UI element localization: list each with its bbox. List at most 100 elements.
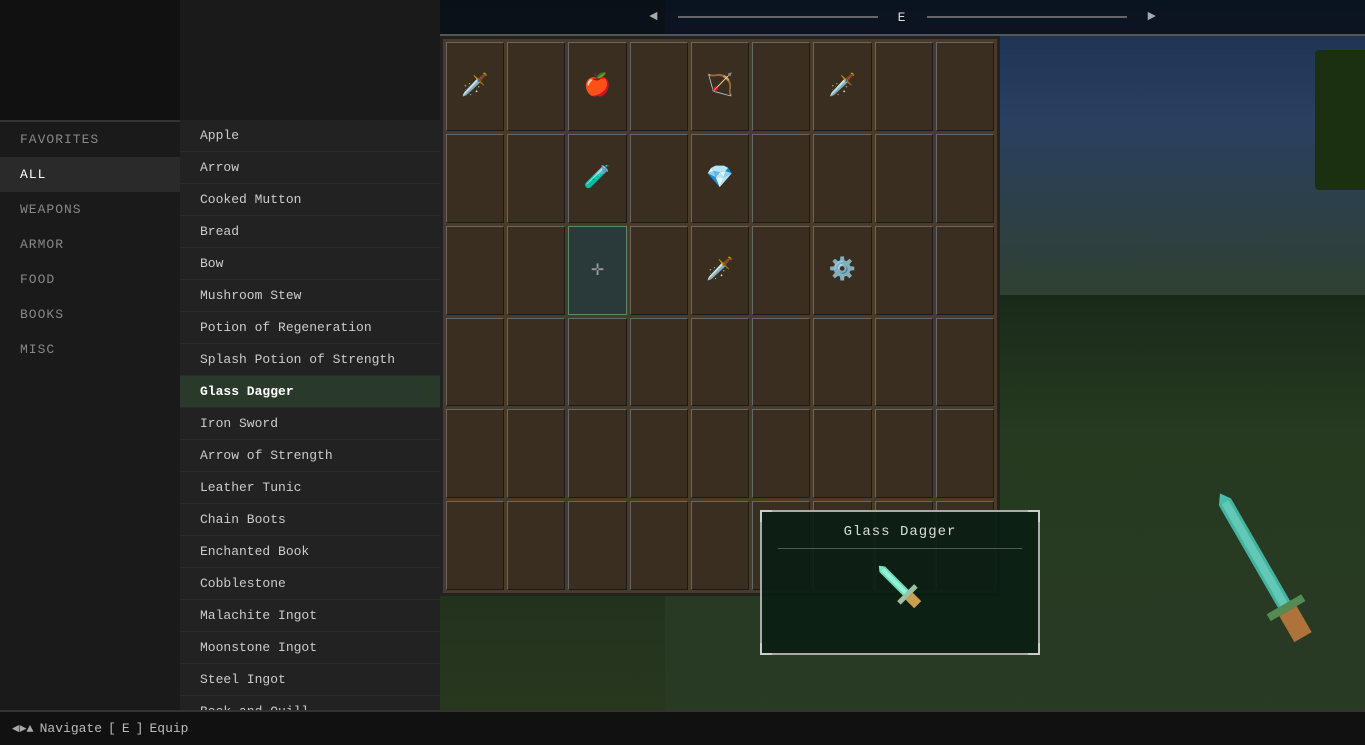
inventory-slot-31[interactable] bbox=[630, 318, 688, 407]
inventory-slot-12[interactable]: 🧪 bbox=[568, 134, 626, 223]
item-list-entry-malachite-ingot[interactable]: Malachite Ingot bbox=[180, 600, 440, 632]
item-list-entry-moonstone-ingot[interactable]: Moonstone Ingot bbox=[180, 632, 440, 664]
item-list-entry-cooked-mutton[interactable]: Cooked Mutton bbox=[180, 184, 440, 216]
bottom-bracket2: ] bbox=[136, 721, 144, 736]
inventory-slot-18[interactable] bbox=[936, 134, 994, 223]
inventory-slot-20[interactable] bbox=[507, 226, 565, 315]
top-bar-left-arrow[interactable]: ◄ bbox=[649, 9, 657, 25]
item-list-entry-book-and-quill[interactable]: Book and Quill bbox=[180, 696, 440, 710]
inventory-slot-49[interactable] bbox=[630, 501, 688, 590]
item-list-entry-leather-tunic[interactable]: Leather Tunic bbox=[180, 472, 440, 504]
inventory-slot-1[interactable]: 🗡️ bbox=[446, 42, 504, 131]
slot-icon-16 bbox=[814, 135, 870, 222]
slot-icon-13 bbox=[631, 135, 687, 222]
slot-icon-47 bbox=[508, 502, 564, 589]
inventory-slot-17[interactable] bbox=[875, 134, 933, 223]
inventory-slot-43[interactable] bbox=[813, 409, 871, 498]
inventory-slot-16[interactable] bbox=[813, 134, 871, 223]
item-list-entry-enchanted-book[interactable]: Enchanted Book bbox=[180, 536, 440, 568]
inventory-slot-15[interactable] bbox=[752, 134, 810, 223]
nav-panel: FAVORITES ALL WEAPONS ARMOR FOOD BOOKS M… bbox=[0, 0, 180, 710]
item-list-entry-potion-regen[interactable]: Potion of Regeneration bbox=[180, 312, 440, 344]
inventory-slot-7[interactable]: 🗡️ bbox=[813, 42, 871, 131]
inventory-slot-25[interactable]: ⚙️ bbox=[813, 226, 871, 315]
item-list-entry-glass-dagger[interactable]: Glass Dagger bbox=[180, 376, 440, 408]
inventory-slot-42[interactable] bbox=[752, 409, 810, 498]
inventory-slot-6[interactable] bbox=[752, 42, 810, 131]
inventory-slot-29[interactable] bbox=[507, 318, 565, 407]
inventory-slot-32[interactable] bbox=[691, 318, 749, 407]
inventory-slot-2[interactable] bbox=[507, 42, 565, 131]
slot-icon-8 bbox=[876, 43, 932, 130]
nav-item-food[interactable]: FOOD bbox=[0, 262, 180, 297]
nav-item-all[interactable]: ALL bbox=[0, 157, 180, 192]
inventory-slot-41[interactable] bbox=[691, 409, 749, 498]
slot-icon-24 bbox=[753, 227, 809, 314]
inventory-slot-44[interactable] bbox=[875, 409, 933, 498]
inventory-slot-36[interactable] bbox=[936, 318, 994, 407]
inventory-slot-35[interactable] bbox=[875, 318, 933, 407]
inventory-slot-34[interactable] bbox=[813, 318, 871, 407]
slot-icon-5: 🏹 bbox=[692, 43, 748, 130]
slot-icon-21: ✛ bbox=[569, 227, 625, 314]
item-list-entry-mushroom-stew[interactable]: Mushroom Stew bbox=[180, 280, 440, 312]
inventory-slot-11[interactable] bbox=[507, 134, 565, 223]
inventory-slot-21[interactable]: ✛ bbox=[568, 226, 626, 315]
inventory-slot-48[interactable] bbox=[568, 501, 626, 590]
bottom-key-label[interactable]: E bbox=[122, 721, 130, 736]
slot-icon-19 bbox=[447, 227, 503, 314]
slot-icon-23: 🗡️ bbox=[692, 227, 748, 314]
tooltip-corner-tl bbox=[760, 510, 772, 522]
inventory-slot-38[interactable] bbox=[507, 409, 565, 498]
inventory-slot-9[interactable] bbox=[936, 42, 994, 131]
item-list-entry-steel-ingot[interactable]: Steel Ingot bbox=[180, 664, 440, 696]
slot-icon-10 bbox=[447, 135, 503, 222]
inventory-slot-4[interactable] bbox=[630, 42, 688, 131]
inventory-slot-28[interactable] bbox=[446, 318, 504, 407]
bottom-bar: ◄►▲ Navigate [ E ] Equip bbox=[0, 710, 1365, 745]
inventory-slot-33[interactable] bbox=[752, 318, 810, 407]
slot-icon-31 bbox=[631, 319, 687, 406]
nav-item-misc[interactable]: MISC bbox=[0, 332, 180, 367]
inventory-slot-23[interactable]: 🗡️ bbox=[691, 226, 749, 315]
top-bar-right-arrow[interactable]: ► bbox=[1147, 9, 1155, 25]
item-list-entry-apple[interactable]: Apple bbox=[180, 120, 440, 152]
inventory-slot-47[interactable] bbox=[507, 501, 565, 590]
inventory-slot-13[interactable] bbox=[630, 134, 688, 223]
inventory-slot-24[interactable] bbox=[752, 226, 810, 315]
inventory-slot-14[interactable]: 💎 bbox=[691, 134, 749, 223]
item-list-entry-splash-strength[interactable]: Splash Potion of Strength bbox=[180, 344, 440, 376]
slot-icon-43 bbox=[814, 410, 870, 497]
inventory-slot-8[interactable] bbox=[875, 42, 933, 131]
inventory-slot-22[interactable] bbox=[630, 226, 688, 315]
nav-item-weapons[interactable]: WEAPONS bbox=[0, 192, 180, 227]
item-list-entry-bread[interactable]: Bread bbox=[180, 216, 440, 248]
nav-item-books[interactable]: BOOKS bbox=[0, 297, 180, 332]
item-list-entry-arrow-strength[interactable]: Arrow of Strength bbox=[180, 440, 440, 472]
slot-icon-1: 🗡️ bbox=[447, 43, 503, 130]
tooltip-corner-br bbox=[1028, 643, 1040, 655]
inventory-slot-30[interactable] bbox=[568, 318, 626, 407]
nav-item-favorites[interactable]: FAVORITES bbox=[0, 122, 180, 157]
nav-item-armor[interactable]: ARMOR bbox=[0, 227, 180, 262]
item-list[interactable]: AppleArrowCooked MuttonBreadBowMushroom … bbox=[180, 120, 440, 710]
inventory-slot-19[interactable] bbox=[446, 226, 504, 315]
item-list-entry-iron-sword[interactable]: Iron Sword bbox=[180, 408, 440, 440]
inventory-slot-26[interactable] bbox=[875, 226, 933, 315]
inventory-slot-5[interactable]: 🏹 bbox=[691, 42, 749, 131]
glass-dagger-tooltip-icon bbox=[870, 557, 930, 617]
inventory-slot-50[interactable] bbox=[691, 501, 749, 590]
inventory-slot-27[interactable] bbox=[936, 226, 994, 315]
inventory-slot-39[interactable] bbox=[568, 409, 626, 498]
item-list-entry-chain-boots[interactable]: Chain Boots bbox=[180, 504, 440, 536]
inventory-slot-45[interactable] bbox=[936, 409, 994, 498]
inventory-slot-40[interactable] bbox=[630, 409, 688, 498]
item-list-entry-bow[interactable]: Bow bbox=[180, 248, 440, 280]
inventory-slot-10[interactable] bbox=[446, 134, 504, 223]
inventory-slot-46[interactable] bbox=[446, 501, 504, 590]
inventory-slot-37[interactable] bbox=[446, 409, 504, 498]
item-list-entry-arrow[interactable]: Arrow bbox=[180, 152, 440, 184]
inventory-slot-3[interactable]: 🍎 bbox=[568, 42, 626, 131]
slot-icon-2 bbox=[508, 43, 564, 130]
item-list-entry-cobblestone[interactable]: Cobblestone bbox=[180, 568, 440, 600]
